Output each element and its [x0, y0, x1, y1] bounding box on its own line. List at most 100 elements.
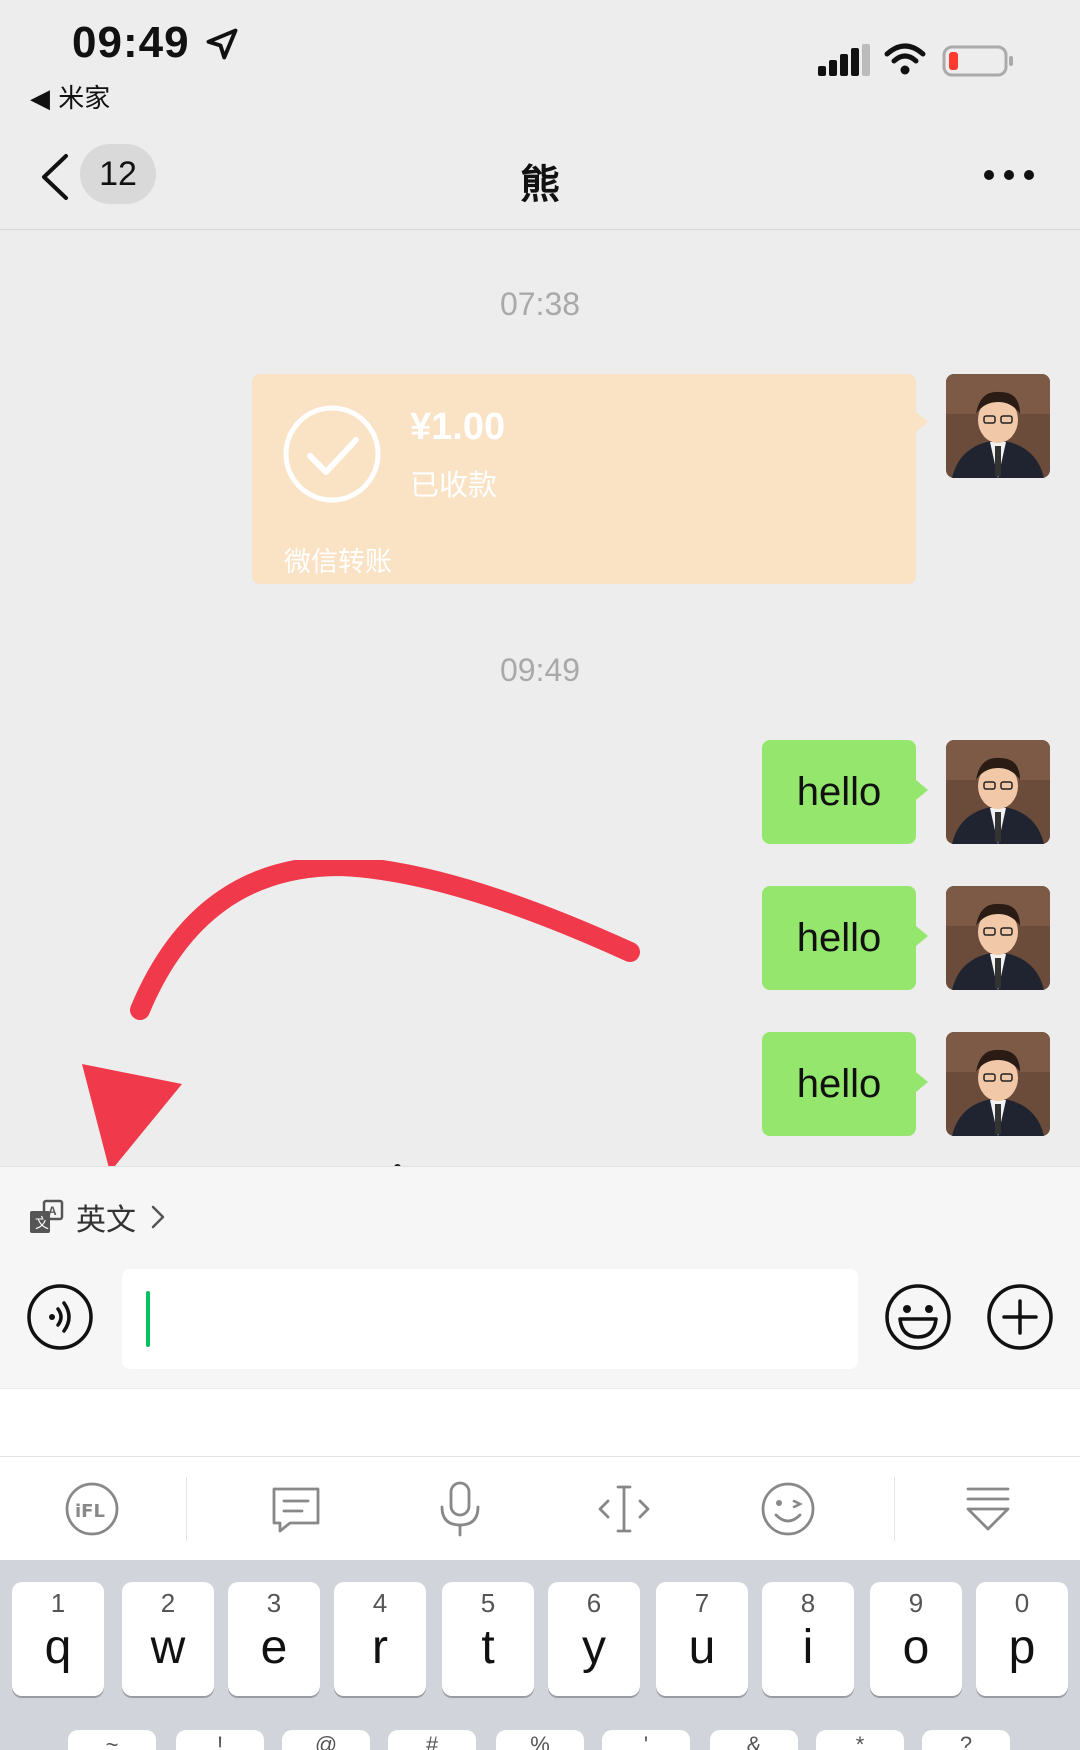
- key-second-row[interactable]: @: [282, 1730, 370, 1750]
- emoji-wink-icon[interactable]: [758, 1479, 818, 1539]
- key-letter: q: [44, 1621, 72, 1674]
- key-number: 5: [480, 1588, 496, 1618]
- message-bubble[interactable]: hello: [762, 1032, 928, 1136]
- transfer-status: 已收款: [410, 468, 498, 502]
- chat-header: 12 熊: [0, 130, 1080, 230]
- key-q[interactable]: 1 q: [12, 1582, 104, 1696]
- key-letter: t: [481, 1621, 495, 1674]
- key-letter: r: [372, 1621, 388, 1674]
- translate-icon: 文 A: [30, 1199, 64, 1233]
- voice-input-icon[interactable]: [26, 1283, 94, 1351]
- key-p[interactable]: 0 p: [976, 1582, 1068, 1696]
- key-symbol: &: [746, 1732, 762, 1750]
- cellular-signal-icon: [818, 44, 870, 76]
- ime-logo-icon[interactable]: iFL: [62, 1479, 122, 1539]
- status-time: 09:49: [72, 18, 190, 67]
- transfer-message-card[interactable]: ¥1.00 已收款 微信转账: [252, 374, 928, 584]
- key-letter: w: [150, 1621, 186, 1674]
- key-number: 1: [50, 1588, 66, 1618]
- key-second-row[interactable]: #: [388, 1730, 476, 1750]
- key-symbol: ': [643, 1732, 649, 1750]
- quick-phrase-icon[interactable]: [266, 1479, 326, 1539]
- avatar-image: [946, 1032, 1050, 1136]
- translate-selector[interactable]: 文 A 英文: [28, 1197, 166, 1238]
- key-number: 9: [908, 1588, 924, 1618]
- key-number: 6: [586, 1588, 602, 1618]
- key-second-row[interactable]: %: [496, 1730, 584, 1750]
- key-t[interactable]: 5 t: [442, 1582, 534, 1696]
- key-i[interactable]: 8 i: [762, 1582, 854, 1696]
- chat-title: 熊: [520, 162, 560, 208]
- key-second-row[interactable]: ': [602, 1730, 690, 1750]
- message-bubble[interactable]: hello: [762, 886, 928, 990]
- svg-text:A: A: [48, 1204, 57, 1218]
- check-circle-icon: [283, 405, 381, 503]
- key-letter: o: [902, 1621, 930, 1674]
- annotation-arrow-icon: [82, 860, 640, 1172]
- translate-language-label: 英文: [76, 1203, 136, 1238]
- avatar[interactable]: [946, 374, 1050, 478]
- key-e[interactable]: 3 e: [228, 1582, 320, 1696]
- more-options-icon[interactable]: [982, 164, 1036, 186]
- key-second-row[interactable]: ~: [68, 1730, 156, 1750]
- avatar-image: [946, 740, 1050, 844]
- ime-toolbar: iFL: [0, 1456, 1080, 1560]
- toolbar-divider: [894, 1477, 895, 1541]
- add-more-icon[interactable]: [986, 1283, 1054, 1351]
- chat-input-area: 文 A 英文: [0, 1166, 1080, 1388]
- avatar-image: [946, 886, 1050, 990]
- avatar[interactable]: [946, 740, 1050, 844]
- message-bubble[interactable]: hello: [762, 740, 928, 844]
- emoji-icon[interactable]: [884, 1283, 952, 1351]
- key-second-row[interactable]: &: [710, 1730, 798, 1750]
- keyboard: 1 q 2 w 3 e 4 r 5 t 6 y 7 u 8 i 9 o 0 p …: [0, 1560, 1080, 1750]
- key-number: 8: [800, 1588, 816, 1618]
- key-symbol: !: [216, 1732, 224, 1750]
- microphone-icon[interactable]: [430, 1479, 490, 1539]
- chevron-right-icon: [151, 1205, 165, 1229]
- svg-text:iFL: iFL: [75, 1501, 105, 1522]
- key-number: 3: [266, 1588, 282, 1618]
- key-symbol: %: [530, 1732, 550, 1750]
- wifi-icon: [884, 43, 926, 75]
- avatar[interactable]: [946, 886, 1050, 990]
- hide-keyboard-icon[interactable]: [958, 1479, 1018, 1539]
- message-timestamp: 07:38: [499, 286, 581, 322]
- back-to-app-link[interactable]: ◀ 米家: [30, 78, 110, 115]
- key-second-row[interactable]: *: [816, 1730, 904, 1750]
- key-letter: y: [582, 1621, 606, 1674]
- key-symbol: *: [855, 1732, 865, 1750]
- toolbar-divider: [186, 1477, 187, 1541]
- key-letter: i: [802, 1621, 814, 1674]
- avatar-image: [946, 374, 1050, 478]
- key-second-row[interactable]: ?: [922, 1730, 1010, 1750]
- key-number: 4: [372, 1588, 388, 1618]
- key-number: 0: [1014, 1588, 1030, 1618]
- key-symbol: #: [425, 1732, 439, 1750]
- message-timestamp: 09:49: [499, 652, 581, 688]
- transfer-label: 微信转账: [284, 547, 392, 578]
- key-letter: e: [260, 1621, 288, 1674]
- key-symbol: @: [314, 1732, 338, 1750]
- ime-candidate-strip: [0, 1388, 1080, 1456]
- key-number: 2: [160, 1588, 176, 1618]
- key-symbol: ?: [959, 1732, 973, 1750]
- location-arrow-icon: [206, 28, 238, 60]
- key-letter: p: [1008, 1621, 1036, 1674]
- transfer-amount: ¥1.00: [410, 406, 506, 448]
- battery-low-icon: [942, 45, 1013, 77]
- message-input[interactable]: [122, 1269, 858, 1369]
- key-u[interactable]: 7 u: [656, 1582, 748, 1696]
- text-caret: [146, 1291, 150, 1347]
- key-o[interactable]: 9 o: [870, 1582, 962, 1696]
- key-letter: u: [688, 1621, 716, 1674]
- avatar[interactable]: [946, 1032, 1050, 1136]
- status-bar: 09:49 ◀ 米家: [0, 0, 1080, 130]
- key-w[interactable]: 2 w: [122, 1582, 214, 1696]
- key-number: 7: [694, 1588, 710, 1618]
- key-second-row[interactable]: !: [176, 1730, 264, 1750]
- key-r[interactable]: 4 r: [334, 1582, 426, 1696]
- cursor-move-icon[interactable]: [594, 1479, 654, 1539]
- key-symbol: ~: [105, 1732, 119, 1750]
- key-y[interactable]: 6 y: [548, 1582, 640, 1696]
